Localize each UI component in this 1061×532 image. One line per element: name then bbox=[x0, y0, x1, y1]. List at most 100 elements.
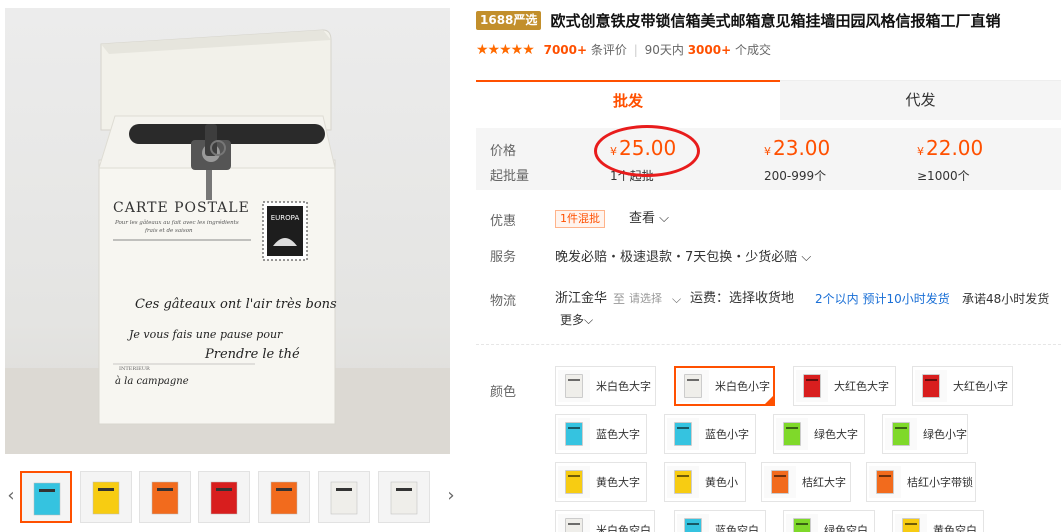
thumbnail-5[interactable] bbox=[258, 471, 310, 523]
chevron-right-icon: › bbox=[447, 485, 455, 506]
script-line2: Je vous fais une pause pour bbox=[127, 328, 283, 341]
color-swatch bbox=[558, 514, 590, 532]
color-option-label: 黄色大字 bbox=[596, 476, 640, 489]
yanxuan-badge: 1688严选 bbox=[476, 11, 542, 30]
color-swatch bbox=[796, 370, 828, 402]
color-swatch bbox=[869, 466, 901, 498]
reviews-count[interactable]: 7000+ bbox=[544, 43, 587, 57]
color-option-label: 米白色大字 bbox=[596, 380, 651, 393]
color-option[interactable]: 米白色空白 bbox=[555, 510, 655, 532]
reviews-suffix[interactable]: 条评价 bbox=[591, 43, 627, 57]
color-option[interactable]: 绿色大字 bbox=[773, 414, 865, 454]
thumbnail-6[interactable] bbox=[318, 471, 370, 523]
destination-select[interactable]: 请选择 bbox=[629, 291, 662, 307]
thumbnail-1[interactable] bbox=[20, 471, 72, 523]
image-headline: CARTE POSTALE bbox=[113, 200, 250, 216]
thumbnail-7[interactable] bbox=[378, 471, 430, 523]
color-option-label: 米白色小字 bbox=[715, 380, 770, 393]
thumbnail-3[interactable] bbox=[139, 471, 191, 523]
price-tier-3: ¥22.00 ≥1000个 bbox=[917, 134, 983, 184]
color-swatch bbox=[764, 466, 796, 498]
product-title: 欧式创意铁皮带锁信箱美式邮箱意见箱挂墙田园风格信报箱工厂直销 bbox=[550, 12, 1001, 30]
script-line1: Ces gâteaux ont l'air très bons bbox=[135, 297, 337, 312]
color-swatch bbox=[558, 466, 590, 498]
service-label: 服务 bbox=[490, 250, 517, 265]
color-option[interactable]: 黄色小 bbox=[664, 462, 746, 502]
price-moq: 200-999个 bbox=[764, 169, 827, 183]
red-circle-annotation bbox=[594, 125, 700, 177]
main-product-image[interactable]: EUROPA CARTE POSTALE Pour les gâteaux au… bbox=[5, 8, 450, 454]
color-option-label: 蓝色大字 bbox=[596, 428, 640, 441]
service-list[interactable]: 晚发必赔・极速退款・7天包换・少货必赔 ⌵ bbox=[555, 246, 811, 265]
currency-symbol: ¥ bbox=[764, 145, 771, 158]
color-option[interactable]: 米白色小字 bbox=[674, 366, 775, 406]
mailbox-illustration: EUROPA CARTE POSTALE Pour les gâteaux au… bbox=[5, 29, 450, 454]
key-blade bbox=[206, 170, 212, 200]
color-option[interactable]: 桔红小字带锁 bbox=[866, 462, 976, 502]
color-swatch bbox=[915, 370, 947, 402]
color-option[interactable]: 桔红大字 bbox=[761, 462, 851, 502]
shipping-fee: 运费：选择收货地 bbox=[690, 291, 795, 306]
color-option-label: 桔红小字带锁 bbox=[907, 476, 973, 489]
section-divider bbox=[476, 344, 1061, 345]
logistics-more-link[interactable]: 更多⌵ bbox=[560, 311, 593, 328]
stamp-text: EUROPA bbox=[271, 214, 300, 222]
price-value: 23.00 bbox=[773, 136, 831, 160]
small-print: INTERIEUR bbox=[119, 366, 150, 372]
thumbnail-4[interactable] bbox=[198, 471, 250, 523]
thumb-next-button[interactable]: › bbox=[444, 474, 458, 518]
color-option[interactable]: 黄色空白 bbox=[892, 510, 984, 532]
price-panel: 价格 起批量 ¥25.00 1个起批 ¥23.00 200-999个 ¥22.0… bbox=[476, 125, 1061, 190]
color-option[interactable]: 绿色空白 bbox=[783, 510, 875, 532]
color-option[interactable]: 大红色大字 bbox=[793, 366, 896, 406]
color-swatch bbox=[667, 466, 699, 498]
color-option[interactable]: 绿色小字 bbox=[882, 414, 968, 454]
color-option[interactable]: 大红色小字 bbox=[912, 366, 1013, 406]
delivery-time-info: 2个以内 预计10小时发货 bbox=[815, 292, 950, 306]
color-swatch bbox=[885, 418, 917, 450]
thumbnail-2[interactable] bbox=[80, 471, 132, 523]
color-swatch bbox=[558, 370, 590, 402]
color-option-label: 大红色小字 bbox=[953, 380, 1008, 393]
color-option-label: 米白色空白 bbox=[596, 524, 651, 532]
chevron-down-icon[interactable]: ⌵ bbox=[672, 291, 681, 307]
color-swatch bbox=[677, 370, 709, 402]
thumbnail-strip: ‹ › bbox=[0, 466, 460, 532]
thumbnail-image bbox=[270, 481, 298, 515]
price-value: 22.00 bbox=[926, 136, 984, 160]
purchase-mode-tabs: 批发 代发 bbox=[476, 80, 1061, 120]
color-option-label: 蓝色小字 bbox=[705, 428, 749, 441]
chevron-left-icon: ‹ bbox=[7, 485, 15, 506]
sold-period: 90天内 bbox=[644, 43, 684, 57]
thumbnail-image bbox=[330, 481, 358, 515]
color-option[interactable]: 蓝色小字 bbox=[664, 414, 756, 454]
promo-view-link[interactable]: 查看 ⌵ bbox=[629, 210, 669, 228]
color-swatch bbox=[558, 418, 590, 450]
thumbnail-image bbox=[151, 481, 179, 515]
color-option[interactable]: 蓝色大字 bbox=[555, 414, 647, 454]
color-swatch bbox=[667, 418, 699, 450]
thumbnail-image bbox=[33, 482, 61, 516]
script-line4: à la campagne bbox=[115, 376, 189, 387]
color-option[interactable]: 蓝色空白 bbox=[674, 510, 766, 532]
thumbnail-image bbox=[390, 481, 418, 515]
color-option-label: 蓝色空白 bbox=[715, 524, 759, 532]
promo-label: 优惠 bbox=[490, 214, 517, 229]
thumb-prev-button[interactable]: ‹ bbox=[4, 474, 18, 518]
delivery-promise: 承诺48小时发货 bbox=[962, 292, 1050, 306]
color-swatch bbox=[895, 514, 927, 532]
color-swatch bbox=[677, 514, 709, 532]
script-line3: Prendre le thé bbox=[204, 347, 300, 362]
color-swatch bbox=[786, 514, 818, 532]
tab-dropship[interactable]: 代发 bbox=[780, 80, 1061, 120]
promo-tag: 1件混批 bbox=[555, 210, 605, 228]
price-moq: ≥1000个 bbox=[917, 169, 970, 183]
selected-check-icon bbox=[763, 394, 775, 406]
color-option-label: 绿色小字 bbox=[923, 428, 967, 441]
tab-wholesale[interactable]: 批发 bbox=[476, 80, 780, 120]
color-swatch bbox=[776, 418, 808, 450]
color-option[interactable]: 米白色大字 bbox=[555, 366, 656, 406]
ship-to-word: 至 bbox=[613, 292, 626, 306]
color-option-label: 桔红大字 bbox=[802, 476, 846, 489]
color-option[interactable]: 黄色大字 bbox=[555, 462, 647, 502]
